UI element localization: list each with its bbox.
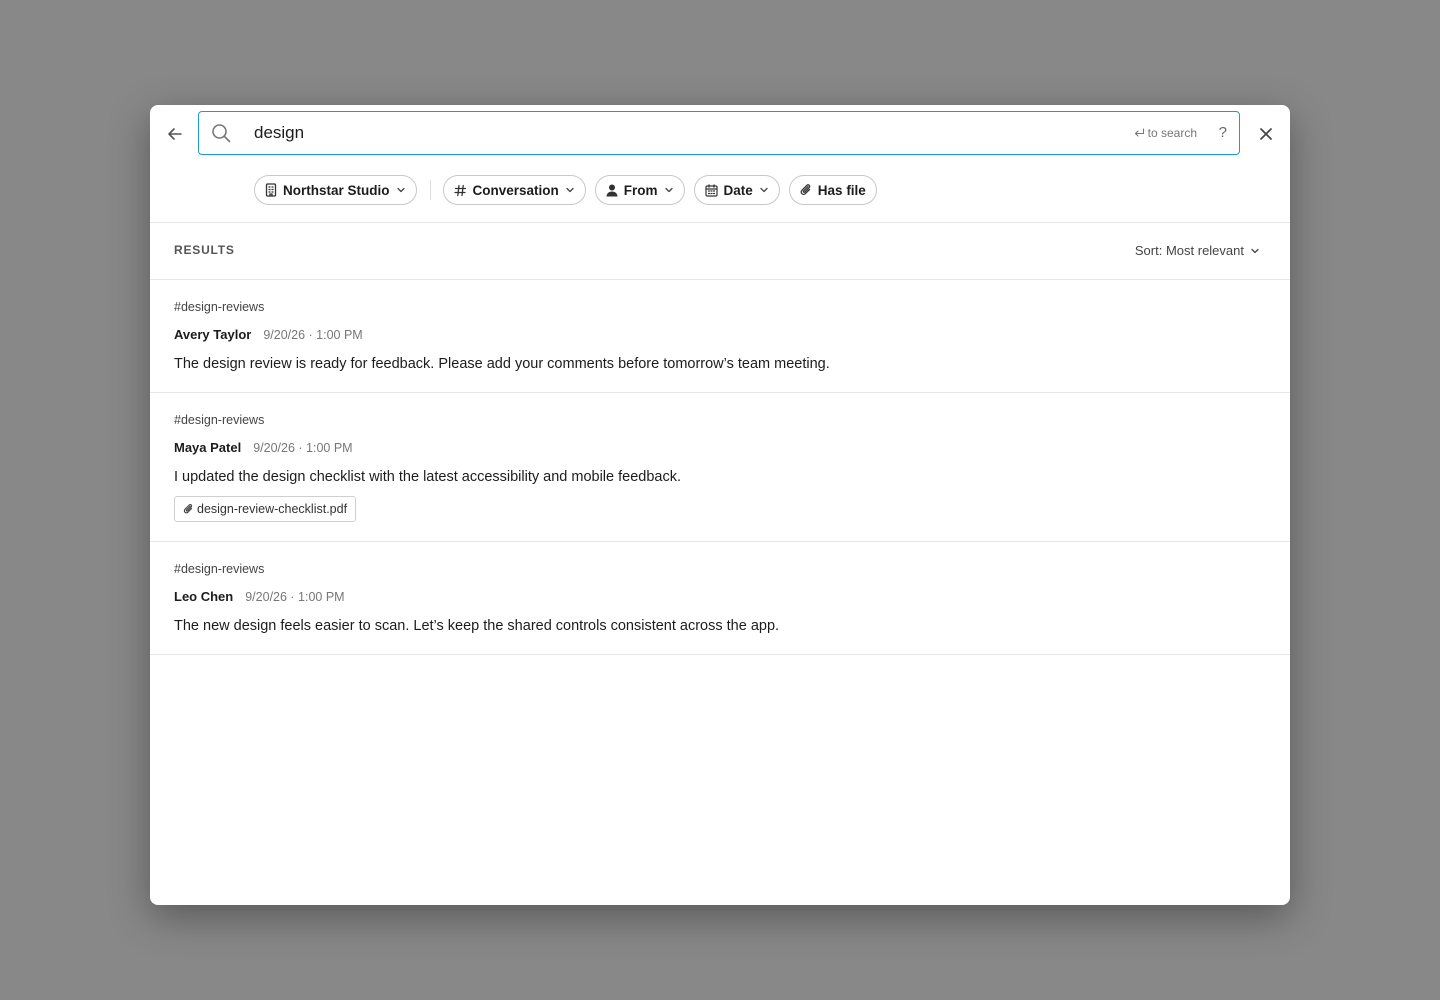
filter-workspace[interactable]: Northstar Studio [254,175,417,205]
filter-date[interactable]: Date [693,175,780,205]
result-time: 9/20/26 · 1:00 PM [245,590,345,604]
building-icon [265,183,277,197]
hash-icon [453,184,466,196]
filter-from-label: From [623,182,658,198]
chevron-down-icon [566,187,574,193]
result-author[interactable]: Leo Chen [174,589,233,604]
file-attachment[interactable]: design-review-checklist.pdf [174,496,357,522]
filter-workspace-label: Northstar Studio [283,182,390,198]
results-header: RESULTS [174,243,235,257]
file-attachment-name: design-review-checklist.pdf [197,502,348,516]
result-item[interactable]: #design-reviews Avery Taylor 9/20/26 · 1… [150,280,1290,393]
result-time: 9/20/26 · 1:00 PM [263,328,363,342]
result-author[interactable]: Maya Patel [174,440,241,455]
result-text: I updated the design checklist with the … [174,469,681,485]
result-text: The design review is ready for feedback.… [174,356,830,372]
chevron-down-icon [760,187,768,193]
filter-conversation-label: Conversation [472,182,559,198]
sort-dropdown[interactable]: Sort: Most relevant [1135,243,1260,258]
search-hint-text: to search [1147,126,1197,140]
close-button[interactable] [1250,118,1282,150]
close-icon [1260,128,1272,140]
filter-bar: Northstar Studio Conversation From Date [254,175,886,205]
result-item[interactable]: #design-reviews Maya Patel 9/20/26 · 1:0… [150,393,1290,542]
search-input[interactable] [254,118,1114,148]
filter-conversation[interactable]: Conversation [442,175,586,205]
filter-divider [429,180,431,200]
filter-has-file[interactable]: Has file [788,175,877,205]
search-modal: to search ? Northstar Studio Conversatio… [150,105,1290,905]
result-time: 9/20/26 · 1:00 PM [253,441,353,455]
result-channel[interactable]: #design-reviews [174,562,1266,578]
person-icon [606,184,618,196]
chevron-down-icon [1251,248,1259,253]
calendar-icon [704,183,718,197]
filter-from[interactable]: From [594,175,685,205]
result-item[interactable]: #design-reviews Leo Chen 9/20/26 · 1:00 … [150,542,1290,655]
result-channel[interactable]: #design-reviews [174,413,1266,429]
paperclip-icon [183,504,193,514]
arrow-left-icon [168,128,182,140]
result-text: The new design feels easier to scan. Let… [174,618,780,634]
result-channel[interactable]: #design-reviews [174,300,1266,316]
search-hint: to search [1134,126,1197,140]
back-button[interactable] [159,118,191,150]
help-button[interactable]: ? [1219,124,1227,141]
header-divider [150,222,1290,223]
sort-label: Sort: Most relevant [1134,243,1244,258]
filter-date-label: Date [723,182,753,198]
filter-has-file-label: Has file [817,182,866,198]
result-author[interactable]: Avery Taylor [174,327,251,342]
paperclip-icon [800,184,811,195]
search-box: to search ? [198,111,1240,155]
search-icon [212,124,231,143]
chevron-down-icon [664,187,673,193]
enter-key-icon [1134,128,1144,137]
chevron-down-icon [396,187,405,193]
